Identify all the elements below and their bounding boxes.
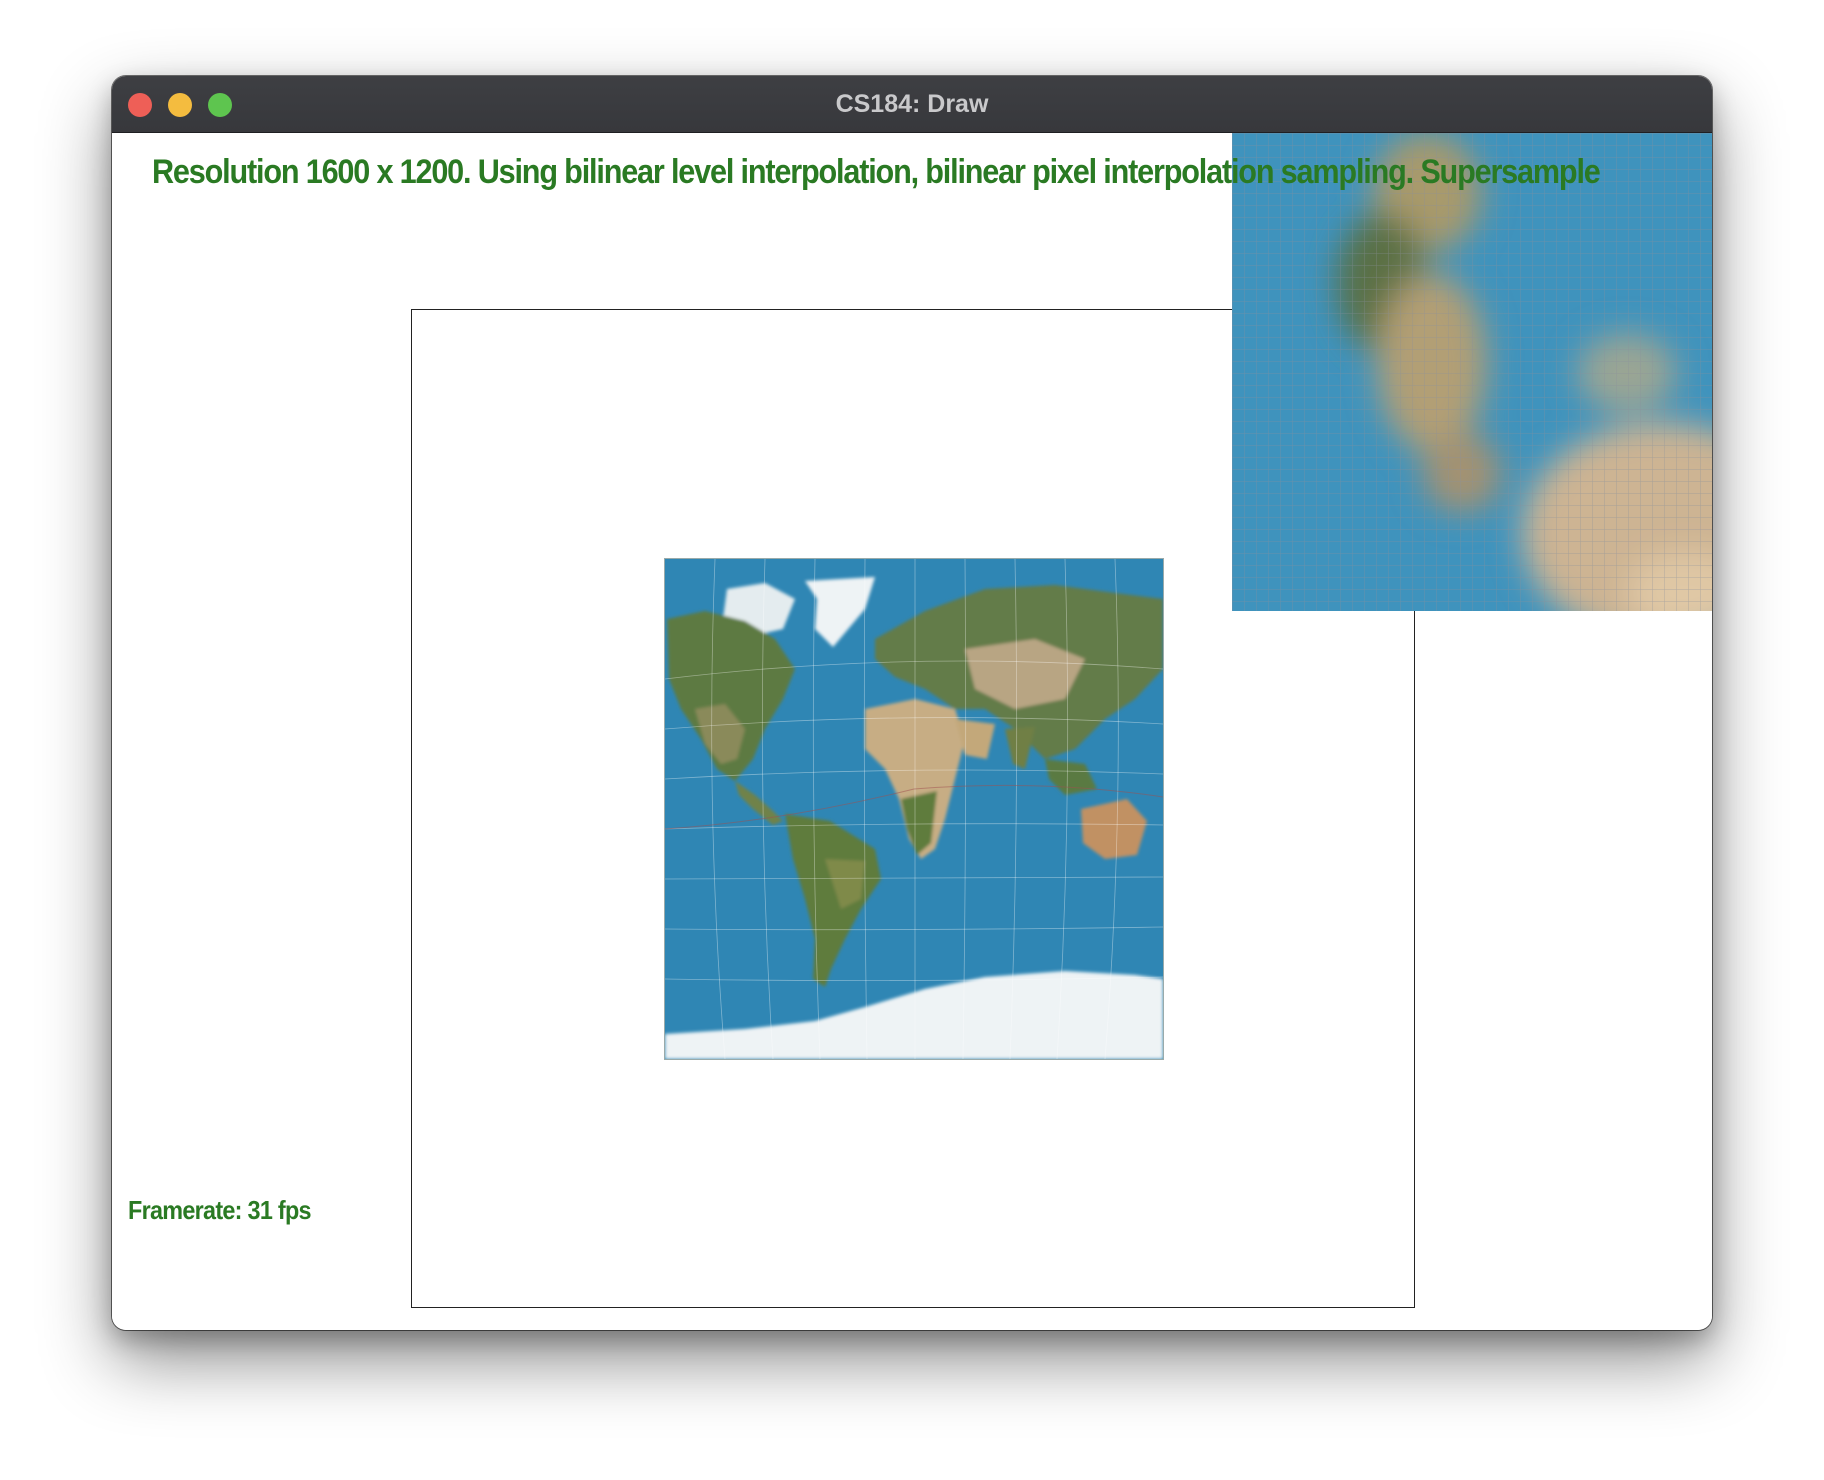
app-window: CS184: Draw Resolution 1600 x 1200. Usin…	[112, 76, 1712, 1330]
framerate-text: Framerate: 31 fps	[128, 1195, 312, 1225]
window-title: CS184: Draw	[835, 90, 989, 118]
status-text: Resolution 1600 x 1200. Using bilinear l…	[152, 153, 1601, 191]
world-map-texture[interactable]	[664, 558, 1164, 1060]
world-map-image	[665, 559, 1163, 1059]
pixel-zoom-inset	[1232, 133, 1712, 611]
title-bar[interactable]: CS184: Draw	[112, 76, 1712, 133]
zoomed-pixels	[1232, 133, 1712, 611]
draw-canvas[interactable]: Resolution 1600 x 1200. Using bilinear l…	[112, 133, 1712, 1330]
